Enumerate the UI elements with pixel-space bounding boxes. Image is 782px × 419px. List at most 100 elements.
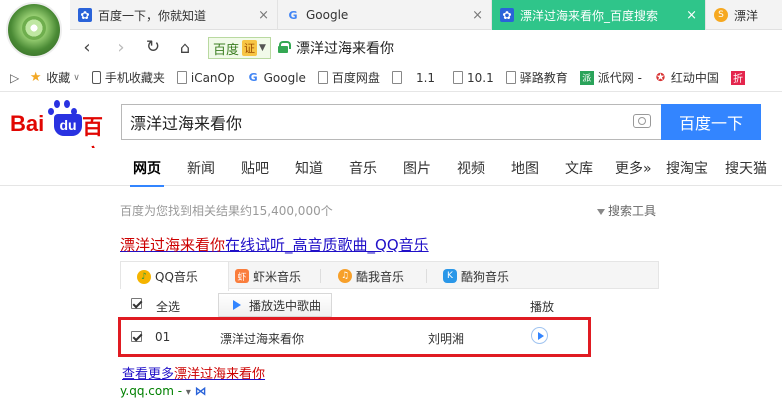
forward-arrow-icon[interactable]: › <box>110 36 132 58</box>
tab-news[interactable]: 新闻 <box>187 158 215 178</box>
sogou-icon: S <box>714 8 728 22</box>
user-avatar[interactable] <box>6 2 62 58</box>
bookmark-label: 驿路教育 <box>519 71 568 85</box>
title-highlight: 漂洋过海来看你 <box>120 236 226 254</box>
refresh-icon[interactable]: ↻ <box>142 36 164 58</box>
verified-v-icon[interactable]: ⋈ <box>195 384 207 398</box>
title-rest: 在线试听_高音质歌曲_QQ音乐 <box>225 236 429 254</box>
more-highlight: 漂洋过海来看你 <box>174 367 266 382</box>
bookmark-zhe[interactable]: 折 <box>730 70 749 85</box>
page-icon <box>317 71 328 84</box>
address-bar[interactable]: 漂洋过海来看你 <box>296 38 394 58</box>
tab-taobao[interactable]: 搜淘宝 <box>666 158 708 178</box>
tab-web[interactable]: 网页 <box>130 158 164 187</box>
bookmark-google[interactable]: G Google <box>247 71 306 85</box>
page-icon <box>176 71 187 84</box>
bookmark-favorites[interactable]: ★ 收藏 ∨ <box>29 69 80 86</box>
google-g-icon: G <box>248 71 258 84</box>
tab-images[interactable]: 图片 <box>403 158 431 178</box>
verified-badge: 证 <box>242 40 258 56</box>
navigation-bar: ‹ › ↻ ⌂ 百度 证 ▼ 漂洋过海来看你 <box>70 30 782 64</box>
bookmark-1-1[interactable]: 1.1 <box>391 70 436 85</box>
browser-tab-baidu-home[interactable]: ✿ 百度一下，你就知道 × <box>70 0 278 30</box>
tab-zhidao[interactable]: 知道 <box>295 158 323 178</box>
tab-tmall[interactable]: 搜天猫 <box>725 158 767 178</box>
tab-more[interactable]: 更多» <box>615 158 652 178</box>
source-label: QQ音乐 <box>155 270 198 284</box>
bookmark-label: 手机收藏夹 <box>104 71 165 85</box>
browser-chrome: ✿ 百度一下，你就知道 × G Google × ✿ 漂洋过海来看你_百度搜索 … <box>0 0 782 98</box>
result-title-link[interactable]: 漂洋过海来看你在线试听_高音质歌曲_QQ音乐 <box>120 234 429 255</box>
filter-icon <box>597 208 605 215</box>
bookmark-label: 派代网 - <box>597 71 642 85</box>
play-icon <box>233 300 241 310</box>
tab-video[interactable]: 视频 <box>457 158 485 178</box>
tab-kuwo-music[interactable]: ♫ 酷我音乐 <box>338 262 404 290</box>
bookmark-yilu[interactable]: 驿路教育 <box>505 69 568 86</box>
dropdown-arrow-icon[interactable]: ▾ <box>186 387 191 398</box>
browser-tab-sogou[interactable]: S 漂洋 <box>706 0 782 30</box>
play-column-header: 播放 <box>530 300 555 314</box>
search-button[interactable]: 百度一下 <box>661 104 761 140</box>
search-input[interactable] <box>122 105 602 139</box>
bookmark-baidu-pan[interactable]: 百度网盘 <box>317 69 380 86</box>
bookmarks-bar: ▷ ★ 收藏 ∨ 手机收藏夹 iCanOp G Google 百度网盘 1.1 10.… <box>0 64 782 92</box>
tab-label: 漂洋过海来看你_百度搜索 <box>520 8 659 23</box>
close-tab-icon[interactable]: × <box>472 8 483 23</box>
baidu-paw-icon: ✿ <box>78 8 92 22</box>
qq-music-icon: ♪ <box>137 269 151 284</box>
engine-label: 百度 <box>213 42 240 58</box>
bookmark-paidai[interactable]: 派派代网 - <box>579 69 642 86</box>
kugou-icon: K <box>443 269 457 283</box>
page-icon <box>391 71 402 84</box>
sidebar-toggle-icon[interactable]: ▷ <box>10 71 19 85</box>
kuwo-icon: ♫ <box>338 269 352 283</box>
bookmark-label: 1.1 <box>415 70 436 85</box>
tab-qq-music[interactable]: ♪ QQ音乐 <box>121 262 229 291</box>
tab-map[interactable]: 地图 <box>511 158 539 178</box>
search-tools-button[interactable]: 搜索工具 <box>597 202 656 219</box>
bookmark-label: 收藏 <box>46 71 71 85</box>
view-more-link[interactable]: 查看更多漂洋过海来看你 <box>122 363 265 382</box>
select-all-checkbox[interactable] <box>131 298 142 309</box>
search-tools-label: 搜索工具 <box>608 204 657 218</box>
tab-kugou-music[interactable]: K 酷狗音乐 <box>443 262 509 290</box>
play-selected-label: 播放选中歌曲 <box>249 298 322 313</box>
tab-tieba[interactable]: 贴吧 <box>241 158 269 178</box>
close-tab-icon[interactable]: × <box>258 8 269 23</box>
play-selected-button[interactable]: 播放选中歌曲 <box>218 293 333 317</box>
page-icon <box>505 71 516 84</box>
search-category-tabs: 网页 新闻 贴吧 知道 音乐 图片 视频 地图 文库 更多» 搜淘宝 搜天猫 <box>0 148 782 187</box>
bookmark-10-1[interactable]: 10.1 <box>453 71 494 85</box>
divider <box>426 269 427 283</box>
close-tab-icon[interactable]: × <box>686 8 697 23</box>
bookmark-icanop[interactable]: iCanOp <box>176 70 235 85</box>
back-arrow-icon[interactable]: ‹ <box>76 36 98 58</box>
bookmark-label: iCanOp <box>190 70 235 85</box>
home-icon[interactable]: ⌂ <box>174 36 196 58</box>
browser-tab-google[interactable]: G Google × <box>278 0 492 30</box>
redocn-icon: ✪ <box>655 71 666 84</box>
source-label: 虾米音乐 <box>253 269 302 284</box>
bookmark-mobile[interactable]: 手机收藏夹 <box>91 69 165 86</box>
baidu-paw-icon: ✿ <box>500 8 514 22</box>
baidu-logo[interactable]: Bai du 百度 <box>10 100 115 169</box>
xiami-icon: 虾 <box>235 269 249 283</box>
more-prefix: 查看更多 <box>122 367 175 382</box>
bookmark-label: 红动中国 <box>670 71 719 85</box>
tab-music[interactable]: 音乐 <box>349 158 377 178</box>
tab-label: 百度一下，你就知道 <box>98 8 207 23</box>
camera-icon[interactable] <box>633 114 651 128</box>
tab-label: 漂洋 <box>734 8 759 23</box>
page-icon <box>453 71 464 84</box>
chevron-down-icon: ∨ <box>73 72 80 83</box>
search-engine-selector[interactable]: 百度 证 ▼ <box>208 37 271 59</box>
browser-tab-search-result[interactable]: ✿ 漂洋过海来看你_百度搜索 × <box>492 0 706 30</box>
search-box <box>121 104 661 140</box>
paidai-icon: 派 <box>579 70 594 85</box>
music-source-tabs: ♪ QQ音乐 虾 虾米音乐 ♫ 酷我音乐 K 酷狗音乐 <box>120 261 659 291</box>
bookmark-redocn[interactable]: ✪ 红动中国 <box>654 69 719 86</box>
tab-xiami-music[interactable]: 虾 虾米音乐 <box>235 262 301 290</box>
source-label: 酷我音乐 <box>356 269 405 284</box>
tab-wenku[interactable]: 文库 <box>565 158 593 178</box>
